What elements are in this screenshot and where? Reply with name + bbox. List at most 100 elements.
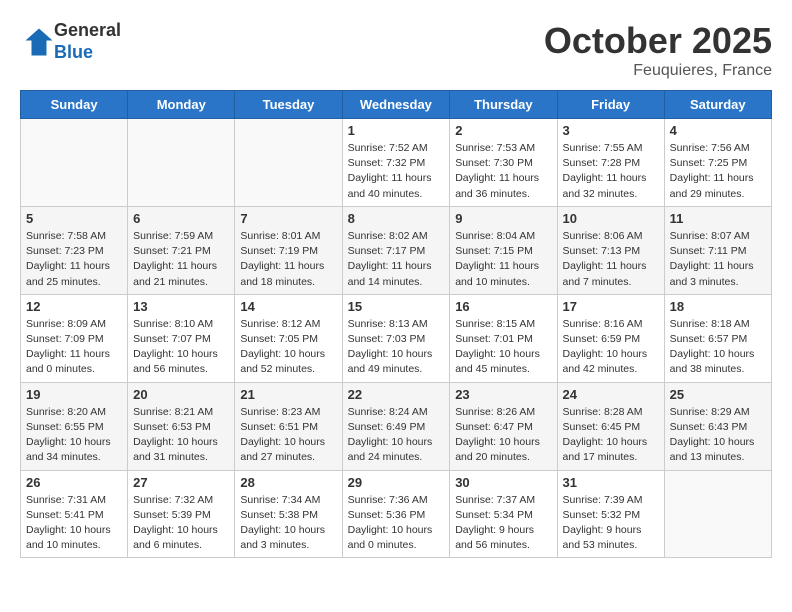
day-info: Sunrise: 7:32 AM Sunset: 5:39 PM Daylight:… — [133, 493, 229, 554]
calendar-cell: 18Sunrise: 8:18 AMSunset: 6:57 PMDayligh… — [664, 294, 771, 382]
day-number: 22 — [348, 387, 445, 402]
month-title: October 2025 — [544, 20, 772, 62]
sunrise-text: Sunrise: 7:58 AM — [26, 230, 106, 242]
calendar-cell: 20 Sunrise: 8:21 AMSunset: 6:53 PMDayligh… — [128, 382, 235, 470]
sunset-text: Sunset: 6:49 PM — [348, 421, 426, 433]
calendar-cell — [235, 119, 342, 207]
day-number: 27 — [133, 475, 229, 490]
sunset-text: Sunset: 7:25 PM — [670, 157, 748, 169]
logo-icon — [24, 27, 54, 57]
day-number: 7 — [240, 211, 336, 226]
daylight-text: Daylight: 11 hours and 10 minutes. — [455, 260, 539, 287]
weekday-header: Tuesday — [235, 91, 342, 119]
daylight-text: Daylight: 11 hours and 29 minutes. — [670, 172, 754, 199]
calendar-cell — [664, 470, 771, 558]
daylight-text: Daylight: 10 hours and 34 minutes. — [26, 436, 111, 463]
sunrise-text: Sunrise: 7:55 AM — [563, 142, 643, 154]
day-info: Sunrise: 8:12 AMSunset: 7:05 PMDaylight:… — [240, 317, 336, 378]
calendar-cell: 3Sunrise: 7:55 AMSunset: 7:28 PMDaylight… — [557, 119, 664, 207]
daylight-text: Daylight: 10 hours and 6 minutes. — [133, 524, 218, 551]
sunset-text: Sunset: 7:13 PM — [563, 245, 641, 257]
weekday-header: Friday — [557, 91, 664, 119]
title-area: October 2025 Feuquieres, France — [544, 20, 772, 80]
calendar-cell: 28Sunrise: 7:34 AMSunset: 5:38 PMDayligh… — [235, 470, 342, 558]
calendar-cell: 21Sunrise: 8:23 AMSunset: 6:51 PMDayligh… — [235, 382, 342, 470]
daylight-text: Daylight: 10 hours and 0 minutes. — [348, 524, 433, 551]
sunrise-text: Sunrise: 8:04 AM — [455, 230, 535, 242]
sunset-text: Sunset: 5:39 PM — [133, 509, 211, 521]
sunset-text: Sunset: 7:17 PM — [348, 245, 426, 257]
sunset-text: Sunset: 6:57 PM — [670, 333, 748, 345]
daylight-text: Daylight: 9 hours and 56 minutes. — [455, 524, 534, 551]
day-number: 19 — [26, 387, 122, 402]
sunrise-text: Sunrise: 7:32 AM — [133, 494, 213, 506]
sunset-text: Sunset: 7:01 PM — [455, 333, 533, 345]
day-number: 2 — [455, 123, 551, 138]
day-number: 18 — [670, 299, 766, 314]
day-info: Sunrise: 8:09 AMSunset: 7:09 PMDaylight:… — [26, 317, 122, 378]
day-number: 8 — [348, 211, 445, 226]
calendar-cell: 5Sunrise: 7:58 AMSunset: 7:23 PMDaylight… — [21, 206, 128, 294]
sunrise-text: Sunrise: 8:16 AM — [563, 318, 643, 330]
sunset-text: Sunset: 6:53 PM — [133, 421, 211, 433]
day-info: Sunrise: 8:07 AMSunset: 7:11 PMDaylight:… — [670, 229, 766, 290]
daylight-text: Daylight: 10 hours and 3 minutes. — [240, 524, 325, 551]
calendar-cell: 13Sunrise: 8:10 AMSunset: 7:07 PMDayligh… — [128, 294, 235, 382]
calendar-cell: 23Sunrise: 8:26 AMSunset: 6:47 PMDayligh… — [450, 382, 557, 470]
weekday-header: Wednesday — [342, 91, 450, 119]
logo: General Blue — [20, 20, 121, 63]
sunrise-text: Sunrise: 8:06 AM — [563, 230, 643, 242]
sunrise-text: Sunrise: 8:20 AM — [26, 406, 106, 418]
sunset-text: Sunset: 6:59 PM — [563, 333, 641, 345]
day-info: Sunrise: 8:21 AMSunset: 6:53 PMDaylight:… — [133, 405, 229, 466]
calendar-cell: 17Sunrise: 8:16 AMSunset: 6:59 PMDayligh… — [557, 294, 664, 382]
sunrise-text: Sunrise: 8:28 AM — [563, 406, 643, 418]
calendar-cell: 8Sunrise: 8:02 AMSunset: 7:17 PMDaylight… — [342, 206, 450, 294]
sunrise-text: Sunrise: 8:13 AM — [348, 318, 428, 330]
daylight-text: Daylight: 9 hours and 53 minutes. — [563, 524, 642, 551]
calendar-cell: 26Sunrise: 7:31 AMSunset: 5:41 PMDayligh… — [21, 470, 128, 558]
sunrise-text: Sunrise: 8:26 AM — [455, 406, 535, 418]
daylight-text: Daylight: 10 hours and 31 minutes. — [133, 436, 218, 463]
day-info: Sunrise: 8:20 AMSunset: 6:55 PMDaylight:… — [26, 405, 122, 466]
daylight-text: Daylight: 10 hours and 49 minutes. — [348, 348, 433, 375]
daylight-text: Daylight: 11 hours and 18 minutes. — [240, 260, 324, 287]
day-number: 30 — [455, 475, 551, 490]
calendar-table: SundayMondayTuesdayWednesdayThursdayFrid… — [20, 90, 772, 558]
sunset-text: Sunset: 6:43 PM — [670, 421, 748, 433]
sunrise-text: Sunrise: 8:07 AM — [670, 230, 750, 242]
calendar-cell: 25Sunrise: 8:29 AMSunset: 6:43 PMDayligh… — [664, 382, 771, 470]
calendar-cell: 4Sunrise: 7:56 AMSunset: 7:25 PMDaylight… — [664, 119, 771, 207]
day-number: 25 — [670, 387, 766, 402]
sunrise-text: Sunrise: 8:01 AM — [240, 230, 320, 242]
sunrise-text: Sunrise: 8:18 AM — [670, 318, 750, 330]
day-number: 29 — [348, 475, 445, 490]
sunrise-text: Sunrise: 7:34 AM — [240, 494, 320, 506]
sunrise-text: Sunrise: 7:56 AM — [670, 142, 750, 154]
calendar-cell: 19 Sunrise: 8:20 AMSunset: 6:55 PMDayligh… — [21, 382, 128, 470]
day-info: Sunrise: 7:31 AMSunset: 5:41 PMDaylight:… — [26, 493, 122, 554]
daylight-text: Daylight: 11 hours and 21 minutes. — [133, 260, 217, 287]
sunset-text: Sunset: 6:51 PM — [240, 421, 318, 433]
calendar-cell: 11Sunrise: 8:07 AMSunset: 7:11 PMDayligh… — [664, 206, 771, 294]
day-info: Sunrise: 8:26 AMSunset: 6:47 PMDaylight:… — [455, 405, 551, 466]
day-number: 1 — [348, 123, 445, 138]
day-number: 3 — [563, 123, 659, 138]
weekday-header: Monday — [128, 91, 235, 119]
daylight-text: Daylight: 10 hours and 42 minutes. — [563, 348, 648, 375]
day-number: 20 — [133, 387, 229, 402]
calendar-week-row: 12Sunrise: 8:09 AMSunset: 7:09 PMDayligh… — [21, 294, 772, 382]
daylight-text: Daylight: 11 hours and 36 minutes. — [455, 172, 539, 199]
sunset-text: Sunset: 7:07 PM — [133, 333, 211, 345]
daylight-text: Daylight: 11 hours and 32 minutes. — [563, 172, 647, 199]
sunrise-text: Sunrise: 8:29 AM — [670, 406, 750, 418]
day-info: Sunrise: 8:04 AMSunset: 7:15 PMDaylight:… — [455, 229, 551, 290]
calendar-week-row: 1Sunrise: 7:52 AMSunset: 7:32 PMDaylight… — [21, 119, 772, 207]
day-number: 15 — [348, 299, 445, 314]
day-number: 5 — [26, 211, 122, 226]
sunrise-text: Sunrise: 8:15 AM — [455, 318, 535, 330]
day-info: Sunrise: 8:29 AMSunset: 6:43 PMDaylight:… — [670, 405, 766, 466]
day-info: Sunrise: 8:10 AMSunset: 7:07 PMDaylight:… — [133, 317, 229, 378]
calendar-cell: 29Sunrise: 7:36 AMSunset: 5:36 PMDayligh… — [342, 470, 450, 558]
weekday-header: Sunday — [21, 91, 128, 119]
